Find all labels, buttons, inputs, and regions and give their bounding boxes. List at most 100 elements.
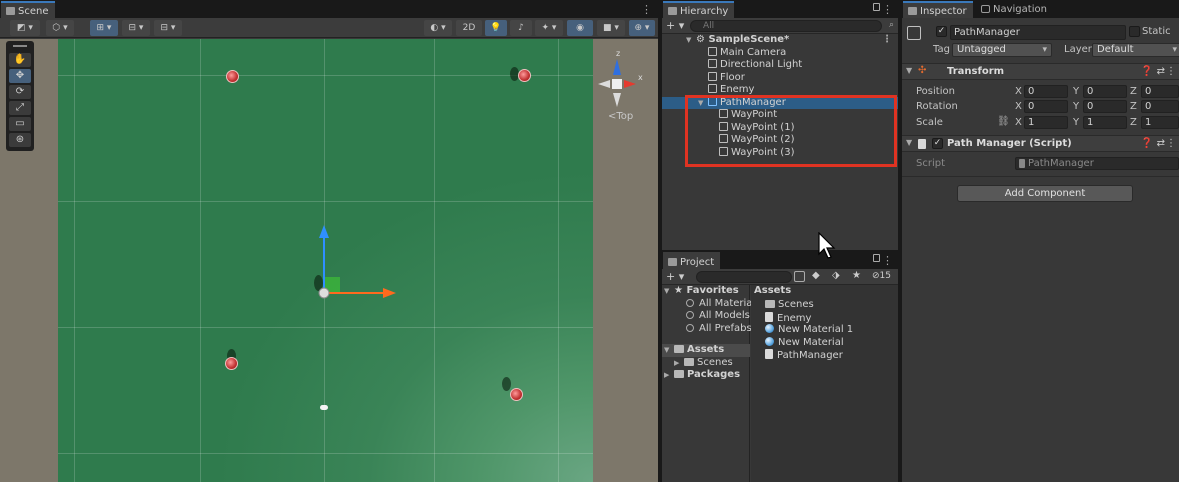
scene-viewport[interactable]: ✋ ✥ ⟳ ⤢ ▭ ⊛ z x <Top xyxy=(0,39,658,482)
rotate-tool-icon[interactable]: ⟳ xyxy=(9,85,31,99)
hierarchy-item-waypoint-3[interactable]: WayPoint (3) xyxy=(662,146,898,160)
asset-pathmanager-script[interactable]: PathManager xyxy=(765,349,843,362)
hierarchy-item-enemy[interactable]: Enemy xyxy=(662,84,898,97)
layer-dropdown[interactable]: Default xyxy=(1092,43,1179,57)
increment-snap-dropdown[interactable]: ⊟ ▾ xyxy=(122,20,150,36)
favorites-all-prefabs[interactable]: All Prefabs xyxy=(686,323,752,336)
position-y-field[interactable]: 0 xyxy=(1083,85,1127,98)
hierarchy-item-directional-light[interactable]: Directional Light xyxy=(662,59,898,72)
gizmos-dropdown[interactable]: ⊕ ▾ xyxy=(629,20,655,36)
scene-root-item[interactable]: ▼ ⚙ SampleScene* ⋮ xyxy=(662,34,898,47)
path-manager-component-header[interactable]: ▼ ✓ Path Manager (Script) ❓ ⇄ ⋮ xyxy=(902,135,1179,152)
scene-menu-icon[interactable]: ⋮ xyxy=(641,3,652,16)
move-tool-icon[interactable]: ✥ xyxy=(9,69,31,83)
lock-icon[interactable] xyxy=(873,3,880,11)
grid-snap-dropdown[interactable]: ⊞ ▾ xyxy=(90,20,118,36)
assets-folder-item[interactable]: ▼ Assets xyxy=(662,344,750,357)
hand-tool-icon[interactable]: ✋ xyxy=(9,53,31,67)
add-object-button[interactable]: + ▾ xyxy=(666,19,684,32)
hierarchy-item-waypoint-1[interactable]: WayPoint (1) xyxy=(662,121,898,135)
favorites-all-materials[interactable]: All Materials xyxy=(686,298,760,311)
tab-navigation[interactable]: Navigation xyxy=(976,1,1053,18)
render-mode-dropdown[interactable]: ◐ ▾ xyxy=(424,20,452,36)
position-z-field[interactable]: 0 xyxy=(1141,85,1179,98)
scene-menu-icon[interactable]: ⋮ xyxy=(882,34,892,47)
asset-enemy-script[interactable]: Enemy xyxy=(765,311,811,325)
audio-toggle-icon[interactable]: ♪ xyxy=(510,20,532,36)
toggle-2d-button[interactable]: 2D xyxy=(456,20,482,36)
effects-dropdown[interactable]: ✦ ▾ xyxy=(535,20,563,36)
orientation-gizmo[interactable]: z x xyxy=(598,49,658,139)
lighting-toggle-icon[interactable]: 💡 xyxy=(485,20,507,36)
gameobject-icon xyxy=(719,109,728,118)
tag-dropdown[interactable]: Untagged xyxy=(952,43,1052,57)
position-x-field[interactable]: 0 xyxy=(1024,85,1068,98)
component-menu-icon[interactable]: ⋮ xyxy=(1166,66,1176,77)
transform-header[interactable]: ▼ ✣ Transform ❓ ⇄ ⋮ xyxy=(902,63,1179,80)
help-icon[interactable]: ❓ xyxy=(1141,138,1153,149)
asset-new-material[interactable]: New Material xyxy=(765,336,844,350)
packages-folder-item[interactable]: ▶ Packages xyxy=(664,369,740,382)
hierarchy-item-floor[interactable]: Floor xyxy=(662,71,898,85)
add-component-button[interactable]: Add Component xyxy=(957,185,1133,202)
scale-z-field[interactable]: 1 xyxy=(1141,116,1179,129)
hierarchy-item-pathmanager[interactable]: ▼ PathManager xyxy=(662,96,898,109)
project-search-input[interactable] xyxy=(696,271,792,283)
transform-tool-icon[interactable]: ⊛ xyxy=(9,133,31,147)
axis-z-label: Z xyxy=(1130,117,1137,128)
hierarchy-item-main-camera[interactable]: Main Camera xyxy=(662,46,898,60)
divider xyxy=(902,176,1179,177)
component-menu-icon[interactable]: ⋮ xyxy=(1166,138,1176,149)
search-filter-icon[interactable]: ⌕ xyxy=(889,20,894,30)
move-gizmo[interactable] xyxy=(300,219,410,309)
hierarchy-search-input[interactable]: All xyxy=(690,20,882,32)
rect-tool-icon[interactable]: ▭ xyxy=(9,117,31,131)
eye-slash-icon: ⊘ xyxy=(872,271,880,281)
component-enabled-checkbox[interactable]: ✓ xyxy=(932,138,943,149)
draw-mode-dropdown[interactable]: ◩ ▾ xyxy=(10,20,40,36)
hidden-packages-toggle[interactable]: ⊘15 xyxy=(872,271,891,281)
search-by-type-icon[interactable] xyxy=(794,271,805,282)
label-filter-icon[interactable]: ⬗ xyxy=(832,270,840,281)
waypoint-marker[interactable] xyxy=(518,69,531,82)
waypoint-marker[interactable] xyxy=(226,70,239,83)
view-label[interactable]: <Top xyxy=(608,111,633,122)
favorite-star-icon[interactable]: ★ xyxy=(852,270,861,281)
hierarchy-item-waypoint-2[interactable]: WayPoint (2) xyxy=(662,134,898,147)
create-asset-button[interactable]: + ▾ xyxy=(666,270,684,283)
favorites-item[interactable]: ▼ ★ Favorites xyxy=(664,285,739,298)
camera-dropdown[interactable]: ■ ▾ xyxy=(597,20,625,36)
gameobject-icon[interactable] xyxy=(907,26,921,40)
scale-y-field[interactable]: 1 xyxy=(1083,116,1127,129)
rotation-y-field[interactable]: 0 xyxy=(1083,100,1127,113)
hierarchy-item-waypoint[interactable]: WayPoint xyxy=(662,109,898,122)
waypoint-marker[interactable] xyxy=(225,357,238,370)
preset-icon[interactable]: ⇄ xyxy=(1157,138,1165,149)
asset-scenes-folder[interactable]: Scenes xyxy=(765,299,814,312)
lock-icon[interactable] xyxy=(873,254,880,262)
hierarchy-menu-icon[interactable]: ⋮ xyxy=(882,3,893,16)
shading-dropdown[interactable]: ⬡ ▾ xyxy=(46,20,74,36)
static-checkbox[interactable] xyxy=(1129,26,1140,37)
rotation-x-field[interactable]: 0 xyxy=(1024,100,1068,113)
help-icon[interactable]: ❓ xyxy=(1141,66,1153,77)
scenes-folder-item[interactable]: ▶ Scenes xyxy=(674,357,733,370)
waypoint-marker[interactable] xyxy=(510,388,523,401)
grid-dropdown[interactable]: ⊟ ▾ xyxy=(154,20,182,36)
rotation-z-field[interactable]: 0 xyxy=(1141,100,1179,113)
project-menu-icon[interactable]: ⋮ xyxy=(882,254,893,267)
active-checkbox[interactable]: ✓ xyxy=(936,26,947,37)
object-name-field[interactable]: PathManager xyxy=(950,25,1126,40)
tab-project[interactable]: Project xyxy=(663,252,721,269)
visibility-toggle-icon[interactable]: ◉ xyxy=(567,20,593,36)
filter-type-icon[interactable]: ◆ xyxy=(812,270,820,281)
tab-hierarchy[interactable]: Hierarchy xyxy=(663,1,735,18)
preset-icon[interactable]: ⇄ xyxy=(1157,66,1165,77)
tab-scene[interactable]: Scene xyxy=(1,1,55,18)
link-icon[interactable]: ⛓ xyxy=(997,116,1010,127)
asset-new-material-1[interactable]: New Material 1 xyxy=(765,324,853,337)
tab-inspector[interactable]: Inspector xyxy=(903,1,973,18)
scale-x-field[interactable]: 1 xyxy=(1024,116,1068,129)
scale-tool-icon[interactable]: ⤢ xyxy=(9,101,31,115)
favorites-all-models[interactable]: All Models xyxy=(686,310,750,323)
